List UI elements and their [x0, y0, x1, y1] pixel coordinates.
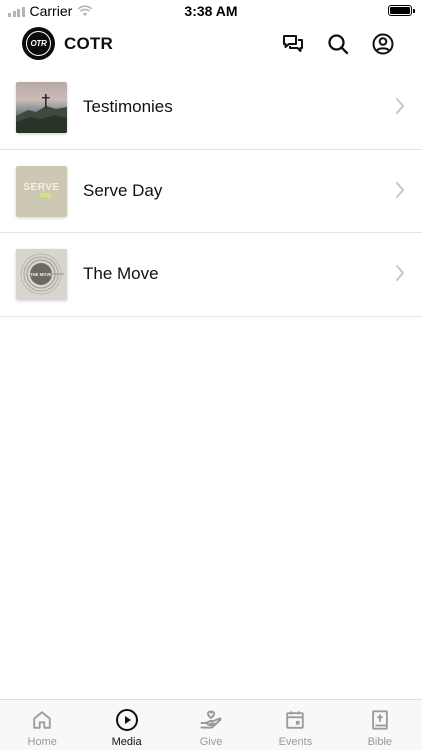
give-icon	[200, 710, 222, 729]
mountain-cross-image	[16, 94, 67, 133]
the-move-artwork: THE MOVE	[20, 253, 64, 295]
testimonies-thumbnail	[16, 82, 67, 133]
tab-label: Events	[278, 736, 313, 748]
serve-thumbnail-subtext: day	[39, 190, 52, 199]
list-item-serve-day[interactable]: SERVE day Serve Day	[0, 150, 422, 233]
tab-label: Give	[199, 736, 223, 748]
status-time: 3:38 AM	[184, 3, 238, 19]
tab-bar: Home Media Give Events Bible	[0, 699, 422, 750]
tab-label: Bible	[367, 736, 393, 748]
battery-icon	[388, 5, 415, 16]
logo-text: OTR	[26, 31, 51, 56]
chevron-right-icon	[396, 181, 404, 198]
search-button[interactable]	[325, 31, 351, 57]
tab-give[interactable]: Give	[169, 700, 253, 750]
tab-events[interactable]: Events	[253, 700, 337, 750]
tab-media[interactable]: Media	[84, 700, 168, 750]
chat-button[interactable]	[280, 31, 306, 57]
calendar-icon	[286, 711, 305, 729]
bible-icon	[372, 710, 388, 730]
list-item-the-move[interactable]: THE MOVE The Move	[0, 233, 422, 317]
serve-day-thumbnail: SERVE day	[16, 165, 67, 217]
list-item-label: Testimonies	[83, 97, 173, 116]
list-item-testimonies[interactable]: Testimonies	[0, 66, 422, 150]
list-item-label: Serve Day	[83, 180, 163, 200]
the-move-thumbnail: THE MOVE	[16, 249, 67, 300]
status-bar: Carrier 3:38 AM	[0, 0, 422, 22]
app-title: COTR	[64, 34, 113, 53]
search-icon	[328, 34, 349, 55]
chevron-right-icon	[396, 98, 404, 114]
tab-home[interactable]: Home	[0, 700, 84, 750]
app-logo[interactable]: OTR	[22, 27, 55, 60]
list-item-label: The Move	[83, 264, 159, 283]
tab-label: Media	[111, 736, 142, 748]
media-list: Testimonies SERVE day Serve Day THE MOVE…	[0, 66, 422, 317]
play-icon	[115, 709, 138, 731]
home-icon	[33, 711, 51, 729]
the-move-thumbnail-text: THE MOVE	[30, 272, 52, 277]
chevron-right-icon	[396, 265, 404, 281]
chat-icon	[283, 35, 303, 52]
tab-bible[interactable]: Bible	[338, 700, 422, 750]
account-button[interactable]	[370, 31, 396, 57]
app-header: OTR COTR	[0, 22, 422, 66]
tab-label: Home	[27, 736, 57, 748]
account-icon	[372, 33, 394, 55]
